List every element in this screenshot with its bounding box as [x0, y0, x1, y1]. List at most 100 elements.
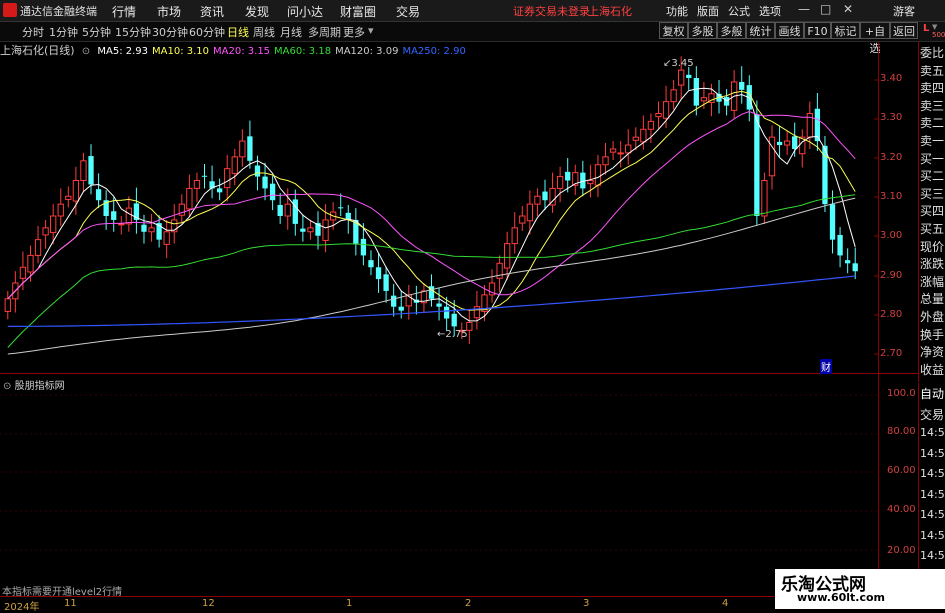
candle-body[interactable]: [526, 203, 534, 222]
sub-chart-title[interactable]: ⊙ 股朋指标网: [3, 377, 65, 392]
candle-body[interactable]: [141, 224, 147, 232]
candle-body[interactable]: [80, 160, 87, 182]
candle-body[interactable]: [50, 215, 57, 234]
period-multi[interactable]: 多周期: [308, 24, 341, 40]
candle-body[interactable]: [837, 234, 843, 256]
guest-label[interactable]: 游客: [893, 3, 915, 19]
candle-body[interactable]: [368, 260, 374, 268]
candle-body[interactable]: [845, 260, 851, 264]
tool-tongji[interactable]: 统计: [746, 22, 775, 39]
candle-body[interactable]: [375, 267, 382, 280]
candle-body[interactable]: [640, 128, 647, 143]
candle-body[interactable]: [95, 189, 102, 201]
candle-body[interactable]: [768, 136, 776, 177]
period-5min[interactable]: 5分钟: [82, 24, 111, 40]
candle-body[interactable]: [163, 231, 170, 245]
tool-biaoji[interactable]: 标记: [831, 22, 860, 39]
menu-shichang[interactable]: 市场: [157, 3, 181, 20]
candle-body[interactable]: [556, 176, 564, 189]
menu-caifuquan[interactable]: 财富圈: [340, 3, 376, 20]
maximize-icon[interactable]: □: [820, 2, 831, 16]
period-more[interactable]: 更多: [343, 24, 365, 40]
period-fenshi[interactable]: 分时: [22, 24, 44, 40]
candle-body[interactable]: [88, 156, 94, 185]
candle-body[interactable]: [792, 136, 798, 149]
candle-body[interactable]: [254, 165, 261, 177]
candle-body[interactable]: [519, 215, 526, 224]
candle-body[interactable]: [693, 78, 699, 106]
tool-f10[interactable]: F10: [804, 22, 831, 39]
candle-body[interactable]: [65, 195, 72, 200]
indicator-settings-icon[interactable]: ⊙: [3, 381, 11, 392]
candle-body[interactable]: [632, 136, 639, 141]
menu-zixun[interactable]: 资讯: [200, 3, 224, 20]
candle-body[interactable]: [783, 140, 791, 146]
candle-body[interactable]: [451, 313, 457, 327]
period-15min[interactable]: 15分钟: [115, 24, 151, 40]
tool-fuquan[interactable]: 复权: [659, 22, 688, 39]
candle-body[interactable]: [57, 203, 64, 217]
candle-body[interactable]: [72, 180, 80, 202]
minimize-icon[interactable]: —: [798, 2, 810, 16]
candle-body[interactable]: [148, 227, 155, 233]
candle-body[interactable]: [19, 266, 27, 279]
candle-body[interactable]: [300, 228, 306, 232]
candle-body[interactable]: [193, 180, 201, 189]
candle-body[interactable]: [565, 171, 571, 181]
candle-body[interactable]: [277, 204, 283, 216]
candle-body[interactable]: [269, 183, 276, 201]
candle-body[interactable]: [338, 207, 344, 209]
toolbar-gongshi[interactable]: 公式: [728, 3, 750, 19]
candle-body[interactable]: [391, 295, 397, 307]
period-1min[interactable]: 1分钟: [49, 24, 78, 40]
candle-body[interactable]: [602, 156, 609, 166]
candle-body[interactable]: [436, 303, 442, 307]
candle-body[interactable]: [594, 164, 602, 186]
candle-body[interactable]: [534, 195, 541, 205]
candle-body[interactable]: [111, 211, 117, 220]
level-badge[interactable]: L ▼ 500: [919, 22, 945, 41]
period-60min[interactable]: 60分钟: [189, 24, 225, 40]
period-daily[interactable]: 日线: [227, 24, 249, 40]
candle-body[interactable]: [216, 188, 223, 193]
menu-hangqing[interactable]: 行情: [112, 3, 136, 20]
candle-body[interactable]: [322, 219, 329, 241]
tool-duoban[interactable]: 多般: [717, 22, 746, 39]
candle-body[interactable]: [511, 227, 518, 245]
candle-body[interactable]: [307, 227, 314, 233]
menu-jiaoyi[interactable]: 交易: [396, 3, 420, 20]
trade-login-warning[interactable]: 证券交易未登录: [513, 3, 590, 19]
candle-body[interactable]: [4, 298, 11, 312]
period-30min[interactable]: 30分钟: [152, 24, 188, 40]
menu-wenxiaoda[interactable]: 问小达: [287, 3, 323, 20]
period-weekly[interactable]: 周线: [253, 24, 275, 40]
candle-body[interactable]: [754, 114, 760, 216]
candle-body[interactable]: [262, 176, 268, 189]
candle-body[interactable]: [700, 97, 708, 102]
toolbar-gongneng[interactable]: 功能: [666, 3, 688, 19]
candle-body[interactable]: [609, 148, 617, 153]
candle-body[interactable]: [34, 239, 42, 256]
candle-body[interactable]: [655, 112, 662, 118]
toolbar-xuanxiang[interactable]: 选项: [759, 3, 781, 19]
candle-body[interactable]: [292, 199, 298, 224]
close-icon[interactable]: ✕: [843, 2, 853, 16]
candle-body[interactable]: [201, 175, 208, 177]
candle-body[interactable]: [42, 227, 49, 236]
toolbar-banmian[interactable]: 版面: [697, 3, 719, 19]
period-monthly[interactable]: 月线: [280, 24, 302, 40]
kline-chart[interactable]: [0, 42, 918, 597]
candle-body[interactable]: [224, 168, 231, 189]
tool-add-favorite[interactable]: +自选: [860, 22, 890, 55]
tool-back[interactable]: 返回: [890, 22, 918, 39]
candle-body[interactable]: [617, 152, 624, 155]
candle-body[interactable]: [587, 180, 594, 185]
candle-body[interactable]: [27, 254, 34, 273]
candle-body[interactable]: [686, 74, 692, 78]
candle-body[interactable]: [829, 204, 836, 240]
candle-body[interactable]: [761, 180, 768, 217]
candle-body[interactable]: [398, 306, 404, 311]
candle-body[interactable]: [647, 120, 655, 130]
candle-body[interactable]: [118, 223, 125, 226]
candle-body[interactable]: [504, 243, 511, 269]
